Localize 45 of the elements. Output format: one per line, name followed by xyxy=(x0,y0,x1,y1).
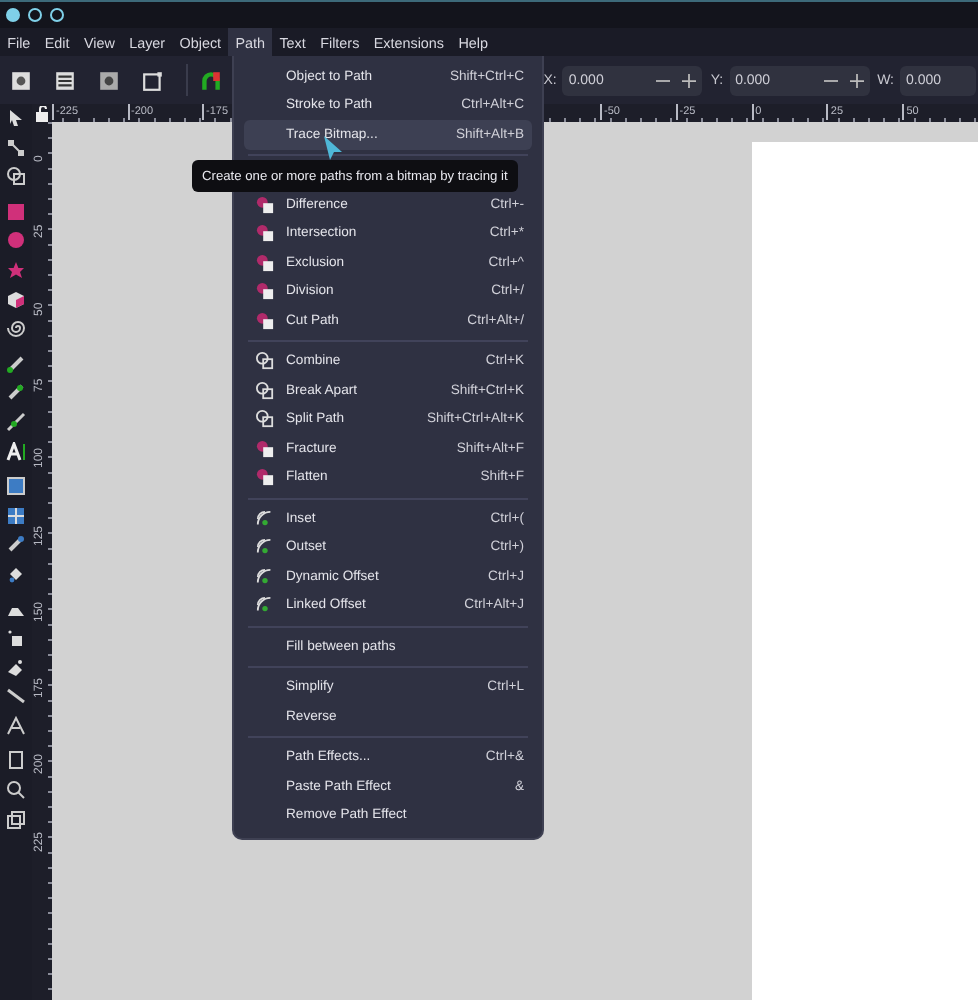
cube-icon[interactable] xyxy=(6,289,26,310)
square-icon[interactable] xyxy=(6,201,26,222)
pointer-icon[interactable] xyxy=(6,108,26,128)
bucket-icon[interactable] xyxy=(6,563,26,584)
star-icon[interactable] xyxy=(6,259,26,280)
calligraphy-icon[interactable] xyxy=(6,411,26,432)
dropper-icon[interactable] xyxy=(6,534,26,555)
align-icon[interactable] xyxy=(54,69,76,91)
spiral-icon[interactable] xyxy=(6,318,26,339)
outlined-shapes-icon xyxy=(256,381,274,400)
arcs-icon xyxy=(256,596,274,615)
overlapping-shapes-icon xyxy=(256,195,274,214)
text-icon[interactable] xyxy=(6,441,26,462)
arcs-icon xyxy=(256,567,274,586)
eraser-icon[interactable] xyxy=(6,657,26,678)
overlapping-shapes-icon xyxy=(256,468,274,487)
arcs-icon xyxy=(256,538,274,557)
lock-icon[interactable] xyxy=(35,105,49,121)
image-icon[interactable] xyxy=(10,69,32,91)
mesh-icon[interactable] xyxy=(6,505,26,526)
outlined-shapes-icon xyxy=(256,352,274,371)
plus-icon[interactable] xyxy=(849,73,864,87)
gradient-icon[interactable] xyxy=(6,476,26,497)
connector-icon[interactable] xyxy=(6,686,26,707)
overlapping-shapes-icon xyxy=(256,253,274,272)
overlapping-shapes-icon xyxy=(256,311,274,330)
overlapping-shapes-icon xyxy=(256,224,274,243)
outlined-shapes-icon xyxy=(256,410,274,429)
circle-icon[interactable] xyxy=(6,230,26,251)
overlapping-shapes-icon xyxy=(256,439,274,458)
node-icon[interactable] xyxy=(6,137,26,158)
bounding-box-icon[interactable] xyxy=(142,69,164,91)
pages-icon[interactable] xyxy=(6,809,26,830)
snap-icon[interactable] xyxy=(200,69,222,91)
image-icon[interactable] xyxy=(98,69,120,91)
shapes-icon[interactable] xyxy=(6,166,26,187)
measure-icon[interactable] xyxy=(6,715,26,736)
spray-icon[interactable] xyxy=(6,628,26,649)
pen-icon[interactable] xyxy=(6,353,26,374)
pencil-icon[interactable] xyxy=(6,382,26,403)
overlapping-shapes-icon xyxy=(256,282,274,301)
plus-icon[interactable] xyxy=(682,73,697,87)
search-icon[interactable] xyxy=(6,780,26,801)
arcs-icon xyxy=(256,509,274,528)
page-icon[interactable] xyxy=(6,750,26,771)
